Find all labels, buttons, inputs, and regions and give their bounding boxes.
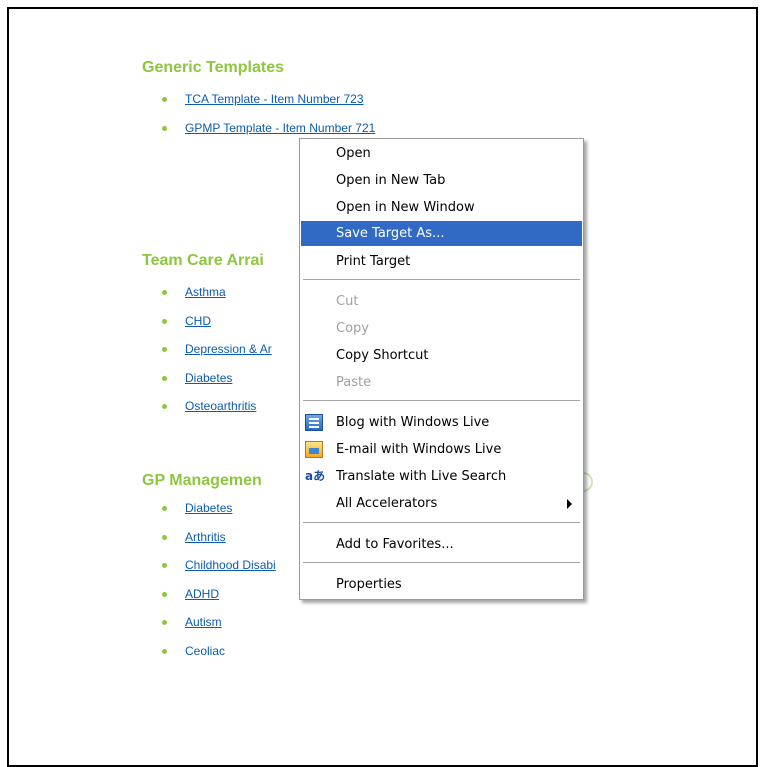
menu-item-paste[interactable]: Paste	[301, 370, 582, 395]
menu-item-open-new-window[interactable]: Open in New Window	[301, 195, 582, 220]
list-item: TCA Template - Item Number 723	[142, 92, 375, 121]
menu-item-copy[interactable]: Copy	[301, 316, 582, 341]
link-autism[interactable]: Autism	[185, 615, 222, 629]
list-item: ADHD	[142, 587, 276, 616]
section-title-team-care: Team Care Arrai	[142, 252, 264, 269]
list-item: Childhood Disabi	[142, 558, 276, 587]
link-gpmp-template[interactable]: GPMP Template - Item Number 721	[185, 121, 375, 135]
menu-item-label: All Accelerators	[336, 496, 438, 511]
menu-separator	[303, 562, 580, 563]
list-item: Asthma	[142, 285, 272, 314]
link-osteoarthritis[interactable]: Osteoarthritis	[185, 399, 256, 413]
translate-icon: aあ	[305, 469, 326, 483]
link-asthma[interactable]: Asthma	[185, 285, 226, 299]
menu-item-open-new-tab[interactable]: Open in New Tab	[301, 168, 582, 193]
menu-item-label: Add to Favorites...	[336, 537, 454, 552]
menu-item-label: Print Target	[336, 254, 411, 269]
menu-separator	[303, 400, 580, 401]
menu-item-print-target[interactable]: Print Target	[301, 249, 582, 274]
menu-item-label: Copy Shortcut	[336, 348, 429, 363]
menu-item-label: Cut	[336, 294, 359, 309]
menu-separator	[303, 522, 580, 523]
list-item: Diabetes	[142, 501, 276, 530]
menu-item-blog-with-windows-live[interactable]: Blog with Windows Live	[301, 410, 582, 435]
list-item: Arthritis	[142, 530, 276, 559]
menu-item-label: Save Target As...	[336, 226, 445, 241]
submenu-arrow-icon	[567, 499, 572, 509]
link-depression[interactable]: Depression & Ar	[185, 342, 272, 356]
link-tca-template[interactable]: TCA Template - Item Number 723	[185, 92, 364, 106]
link-diabetes-gpmp[interactable]: Diabetes	[185, 501, 232, 515]
menu-item-open[interactable]: Open	[301, 141, 582, 166]
link-arthritis[interactable]: Arthritis	[185, 530, 226, 544]
menu-item-label: Paste	[336, 375, 372, 390]
list-item: Depression & Ar	[142, 342, 272, 371]
menu-item-email-with-windows-live[interactable]: E-mail with Windows Live	[301, 437, 582, 462]
menu-item-properties[interactable]: Properties	[301, 572, 582, 597]
link-diabetes-tca[interactable]: Diabetes	[185, 371, 232, 385]
menu-item-label: Blog with Windows Live	[336, 415, 490, 430]
context-menu: Open Open in New Tab Open in New Window …	[299, 138, 584, 600]
menu-item-label: E-mail with Windows Live	[336, 442, 502, 457]
menu-item-label: Copy	[336, 321, 369, 336]
list-item: Diabetes	[142, 371, 272, 400]
menu-item-label: Translate with Live Search	[336, 469, 507, 484]
menu-item-label: Open in New Window	[336, 200, 475, 215]
email-icon	[305, 441, 323, 458]
gp-management-list: Diabetes Arthritis Childhood Disabi ADHD…	[142, 501, 276, 672]
list-item: Osteoarthritis	[142, 399, 272, 428]
menu-item-label: Open in New Tab	[336, 173, 446, 188]
menu-item-all-accelerators[interactable]: All Accelerators	[301, 491, 582, 516]
menu-separator	[303, 279, 580, 280]
menu-item-add-to-favorites[interactable]: Add to Favorites...	[301, 532, 582, 557]
list-item: Ceoliac	[142, 644, 276, 673]
blog-icon	[305, 414, 323, 431]
section-title-gp-management: GP Managemen	[142, 472, 262, 489]
menu-item-cut[interactable]: Cut	[301, 289, 582, 314]
list-item: Autism	[142, 615, 276, 644]
link-chd[interactable]: CHD	[185, 314, 211, 328]
menu-item-label: Open	[336, 146, 371, 161]
section-title-generic-templates: Generic Templates	[142, 59, 284, 76]
menu-item-label: Properties	[336, 577, 402, 592]
link-adhd[interactable]: ADHD	[185, 587, 219, 601]
menu-item-translate-with-live-search[interactable]: aあ Translate with Live Search	[301, 464, 582, 489]
menu-item-save-target-as[interactable]: Save Target As...	[301, 221, 582, 246]
menu-item-copy-shortcut[interactable]: Copy Shortcut	[301, 343, 582, 368]
link-childhood-disability[interactable]: Childhood Disabi	[185, 558, 276, 572]
list-item: CHD	[142, 314, 272, 343]
text-ceoliac[interactable]: Ceoliac	[185, 644, 225, 658]
team-care-list: Asthma CHD Depression & Ar Diabetes Oste…	[142, 285, 272, 428]
